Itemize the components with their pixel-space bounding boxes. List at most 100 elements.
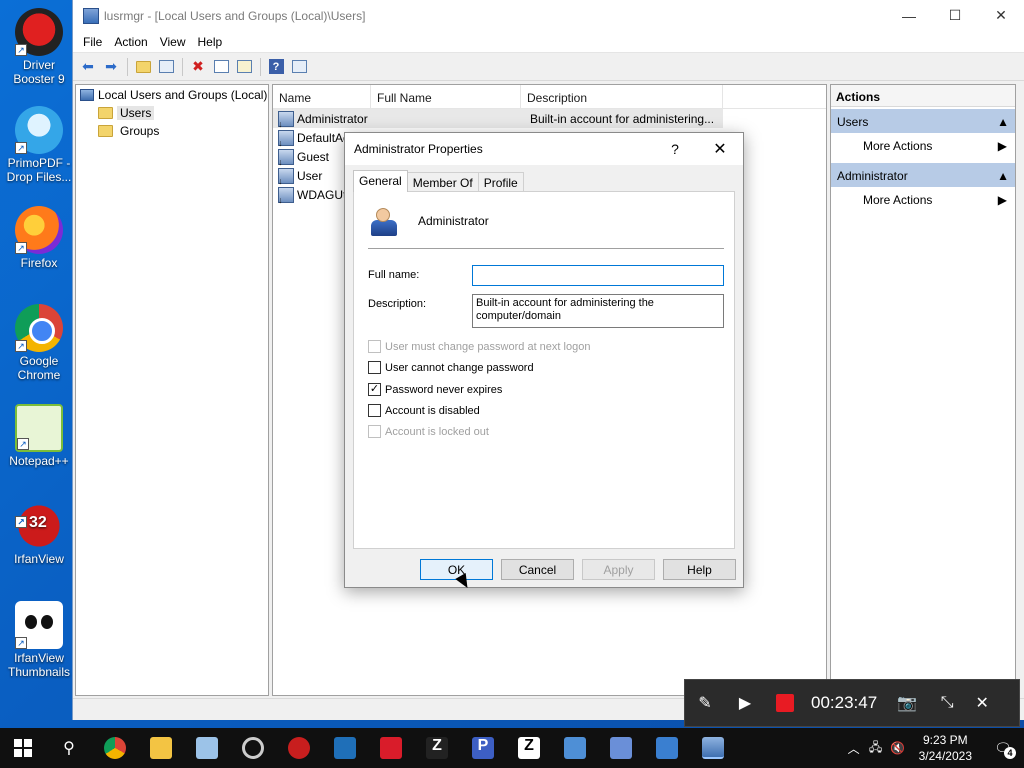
- column-full-name[interactable]: Full Name: [371, 85, 521, 108]
- taskbar-zotero[interactable]: Z: [506, 728, 552, 768]
- desktop-icon-irfanview[interactable]: 32 ↗ IrfanView: [1, 502, 77, 566]
- taskbar-chrome[interactable]: [92, 728, 138, 768]
- cannot-change-password-checkbox[interactable]: User cannot change password: [368, 361, 534, 374]
- chevron-up-icon[interactable]: ︿: [843, 740, 865, 757]
- user-icon: [278, 148, 294, 167]
- dialog-close-icon[interactable]: ✕: [697, 139, 743, 159]
- description-field[interactable]: Built-in account for administering the c…: [472, 294, 724, 328]
- tree-item-label: Users: [117, 106, 155, 120]
- close-icon[interactable]: ✕: [978, 0, 1024, 31]
- checkbox-label: Password never expires: [385, 383, 503, 396]
- window-titlebar[interactable]: lusrmgr - [Local Users and Groups (Local…: [73, 0, 1024, 31]
- must-change-password-checkbox[interactable]: User must change password at next logon: [368, 340, 590, 353]
- tree-root[interactable]: Local Users and Groups (Local): [76, 86, 268, 104]
- start-button[interactable]: [0, 728, 46, 768]
- more-actions-administrator[interactable]: More Actions ▶: [831, 187, 1015, 211]
- notification-icon[interactable]: 🗨 4: [982, 740, 1024, 759]
- help-question-icon[interactable]: ?: [653, 141, 697, 157]
- tab-member-of[interactable]: Member Of: [406, 172, 479, 192]
- stop-record-button[interactable]: [765, 679, 805, 727]
- help-icon[interactable]: ?: [265, 56, 287, 78]
- primopdf-icon: P: [472, 737, 494, 759]
- app-icon-4: [610, 737, 632, 759]
- taskbar-app-5[interactable]: [644, 728, 690, 768]
- forward-icon[interactable]: ➡: [100, 56, 122, 78]
- up-folder-icon[interactable]: [132, 56, 154, 78]
- tree-item-users[interactable]: Users: [76, 104, 268, 122]
- desktop-icon-label: Driver Booster 9: [13, 58, 65, 86]
- desktop-icon-label: Firefox: [20, 256, 58, 270]
- more-actions-label: More Actions: [863, 193, 933, 207]
- camera-icon[interactable]: 📷: [887, 679, 927, 727]
- export-icon[interactable]: [233, 56, 255, 78]
- desktop-icon-firefox[interactable]: ↗ Firefox: [1, 206, 77, 270]
- properties-icon[interactable]: [210, 56, 232, 78]
- taskbar-file-explorer[interactable]: [138, 728, 184, 768]
- pen-icon[interactable]: ✎: [685, 679, 725, 727]
- collapse-icon[interactable]: ▲: [997, 169, 1009, 187]
- tab-general[interactable]: General: [353, 170, 408, 192]
- actions-section-label: Administrator: [837, 169, 908, 183]
- password-never-expires-checkbox[interactable]: ✓ Password never expires: [368, 383, 502, 396]
- checkbox-label: Account is locked out: [385, 425, 489, 438]
- taskbar-lusrmgr[interactable]: [690, 728, 736, 768]
- cancel-button[interactable]: Cancel: [501, 559, 574, 580]
- apply-button[interactable]: Apply: [582, 559, 655, 580]
- toolbar: ⬅ ➡ ✖ ?: [73, 53, 1024, 81]
- taskbar-recorder[interactable]: [368, 728, 414, 768]
- dialog-titlebar[interactable]: Administrator Properties ? ✕: [345, 133, 743, 165]
- full-name-field[interactable]: [472, 265, 724, 286]
- taskbar-app-1[interactable]: [184, 728, 230, 768]
- tree-item-groups[interactable]: Groups: [76, 122, 268, 140]
- account-locked-out-checkbox[interactable]: Account is locked out: [368, 425, 489, 438]
- desktop-icon-driver-booster[interactable]: ↗ Driver Booster 9: [1, 8, 77, 86]
- desktop-icon-primopdf[interactable]: ↗ PrimoPDF - Drop Files...: [1, 106, 77, 184]
- desktop-icon-chrome[interactable]: ↗ Google Chrome: [1, 304, 77, 382]
- system-tray: ︿ 🖧 🔇 9:23 PM 3/24/2023 🗨 4: [843, 728, 1024, 768]
- taskbar-driver-booster[interactable]: [276, 728, 322, 768]
- desktop-icon-irfanview-thumbnails[interactable]: ↗ IrfanView Thumbnails: [1, 601, 77, 679]
- taskbar-primopdf[interactable]: P: [460, 728, 506, 768]
- play-icon[interactable]: ▶: [725, 679, 765, 727]
- help-button[interactable]: Help: [663, 559, 736, 580]
- menu-view[interactable]: View: [154, 35, 192, 49]
- taskbar-app-2[interactable]: [230, 728, 276, 768]
- chrome-icon: [104, 737, 126, 759]
- firefox-icon: ↗: [15, 206, 63, 254]
- more-actions-users[interactable]: More Actions ▶: [831, 133, 1015, 157]
- row-name: WDAGUti: [297, 187, 349, 202]
- resize-icon[interactable]: ⤡: [927, 679, 967, 727]
- taskbar-app-4[interactable]: [598, 728, 644, 768]
- dialog-title: Administrator Properties: [354, 142, 483, 156]
- delete-icon[interactable]: ✖: [187, 56, 209, 78]
- recorder-close-icon[interactable]: ✕: [967, 679, 997, 727]
- checkbox-box: [368, 425, 381, 438]
- actions-section-users[interactable]: Users ▲: [831, 109, 1015, 133]
- account-disabled-checkbox[interactable]: Account is disabled: [368, 404, 480, 417]
- zotero-icon: Z: [518, 737, 540, 759]
- taskbar-app-3[interactable]: [552, 728, 598, 768]
- volume-icon[interactable]: 🔇: [887, 741, 909, 755]
- clock[interactable]: 9:23 PM 3/24/2023: [909, 732, 982, 764]
- show-action-pane-icon[interactable]: [288, 56, 310, 78]
- network-icon[interactable]: 🖧: [865, 738, 887, 759]
- menu-help[interactable]: Help: [192, 35, 229, 49]
- taskbar-z-app[interactable]: Z: [414, 728, 460, 768]
- panda-icon: ↗: [15, 601, 63, 649]
- menu-file[interactable]: File: [77, 35, 108, 49]
- minimize-icon[interactable]: —: [886, 0, 932, 31]
- search-icon[interactable]: ⚲: [46, 728, 92, 768]
- table-row[interactable]: Administrator Built-in account for admin…: [273, 109, 723, 129]
- show-tree-icon[interactable]: [155, 56, 177, 78]
- actions-section-administrator[interactable]: Administrator ▲: [831, 163, 1015, 187]
- maximize-icon[interactable]: ☐: [932, 0, 978, 31]
- column-description[interactable]: Description: [521, 85, 723, 108]
- desktop-icon-notepadpp[interactable]: ↗ Notepad++: [1, 404, 77, 468]
- driver-booster-icon: [288, 737, 310, 759]
- taskbar-security[interactable]: [322, 728, 368, 768]
- tab-profile[interactable]: Profile: [477, 172, 524, 192]
- back-icon[interactable]: ⬅: [77, 56, 99, 78]
- menu-action[interactable]: Action: [108, 35, 153, 49]
- column-name[interactable]: Name: [273, 85, 371, 108]
- collapse-icon[interactable]: ▲: [997, 115, 1009, 133]
